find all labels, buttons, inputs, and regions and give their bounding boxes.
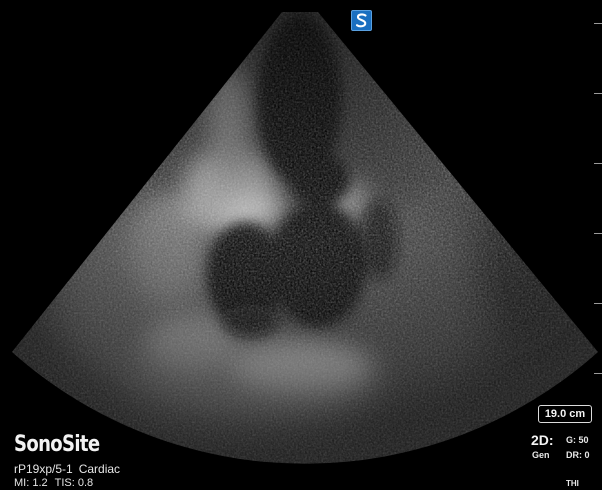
depth-tick	[594, 23, 602, 24]
depth-tick	[594, 233, 602, 234]
depth-tick	[594, 373, 602, 374]
depth-readout: 19.0 cm	[538, 405, 592, 423]
depth-tick	[594, 163, 602, 164]
ultrasound-viewport	[0, 0, 602, 490]
depth-scale	[591, 0, 602, 490]
brand-logo-text: SonoSite	[14, 432, 100, 457]
depth-tick	[594, 93, 602, 94]
transducer-label: rP19xp/5-1	[14, 462, 73, 476]
depth-tick	[594, 303, 602, 304]
orientation-marker	[351, 10, 372, 31]
preset-label: Gen	[532, 450, 550, 460]
probe-info: rP19xp/5-1 Cardiac	[14, 462, 120, 476]
mi-value: MI: 1.2	[14, 477, 48, 489]
tis-value: TIS: 0.8	[54, 477, 94, 489]
sonosite-s-logo-icon	[355, 13, 367, 28]
imaging-mode-label: 2D:	[531, 432, 554, 448]
exam-type-label: Cardiac	[78, 462, 121, 476]
gain-readout: G: 50	[566, 435, 589, 445]
ultrasound-sector-image	[12, 12, 598, 464]
dynamic-range-readout: DR: 0	[566, 450, 590, 460]
safety-indices: MI: 1.2 TIS: 0.8	[14, 477, 93, 489]
thi-indicator: THI	[566, 479, 579, 488]
